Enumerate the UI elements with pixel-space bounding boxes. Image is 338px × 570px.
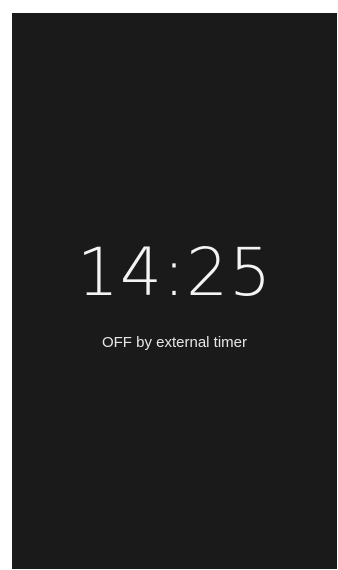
standby-screen[interactable]: 14:25 OFF by external timer — [12, 13, 337, 569]
clock-time: 14:25 — [76, 234, 273, 311]
status-message: OFF by external timer — [101, 334, 248, 351]
